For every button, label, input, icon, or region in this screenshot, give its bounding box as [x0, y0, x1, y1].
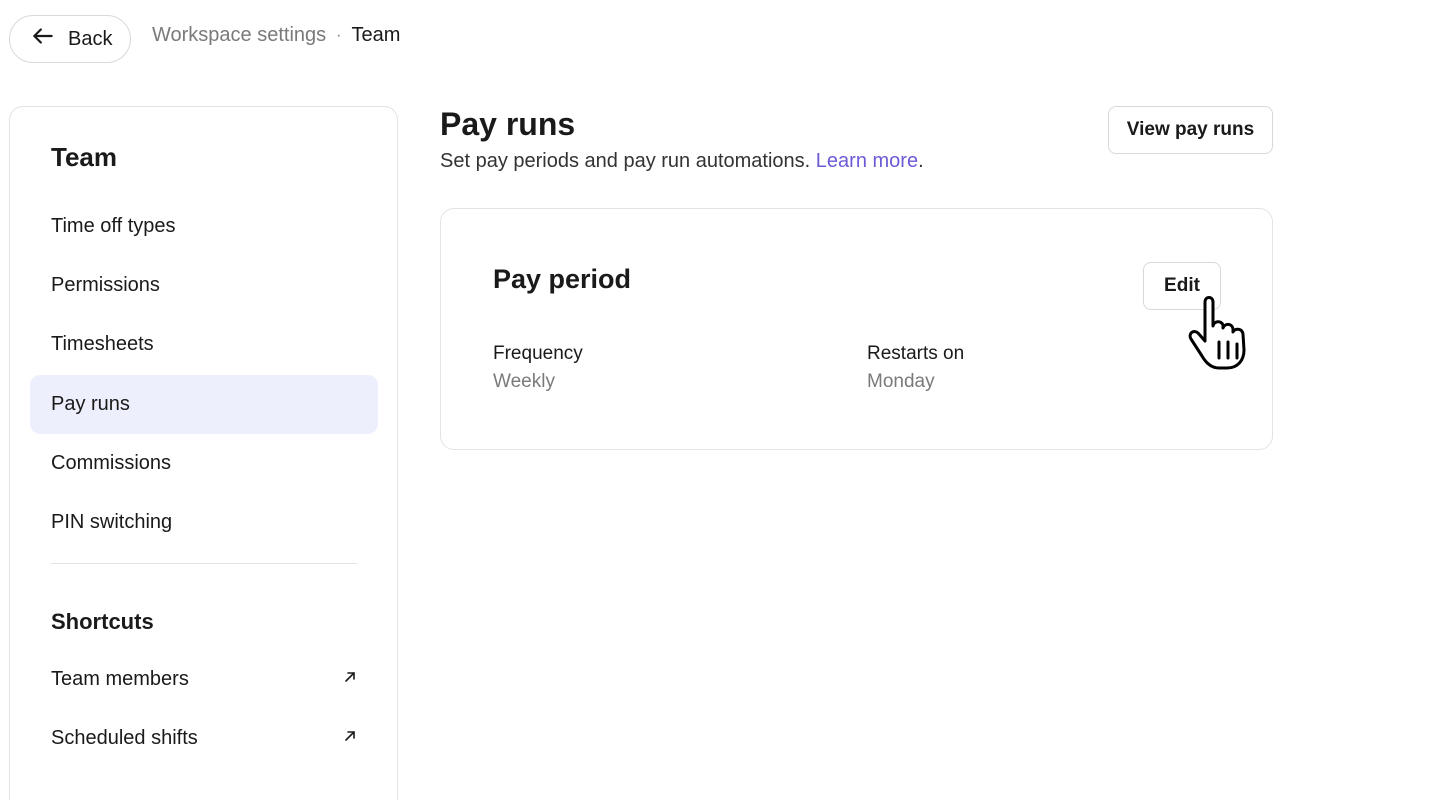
sidebar-item-label: PIN switching	[51, 511, 173, 533]
subtitle-end: .	[918, 150, 924, 172]
shortcut-scheduled-shifts[interactable]: Scheduled shifts	[30, 709, 378, 768]
sidebar-item-label: Timesheets	[51, 333, 154, 355]
breadcrumb: Workspace settings · Team	[152, 24, 400, 47]
shortcut-label: Scheduled shifts	[51, 727, 198, 749]
sidebar-title: Team	[51, 142, 117, 172]
sidebar: Team Time off types Permissions Timeshee…	[9, 106, 398, 800]
sidebar-item-time-off-types[interactable]: Time off types	[30, 197, 378, 256]
sidebar-item-pay-runs[interactable]: Pay runs	[30, 375, 378, 434]
page: Back Workspace settings · Team Team Time…	[0, 0, 1440, 800]
sidebar-item-commissions[interactable]: Commissions	[30, 434, 378, 493]
edit-button[interactable]: Edit	[1143, 262, 1221, 310]
page-title: Pay runs	[440, 106, 576, 142]
sidebar-item-label: Pay runs	[51, 393, 130, 415]
page-subtitle: Set pay periods and pay run automations.…	[440, 150, 924, 173]
shortcuts-title: Shortcuts	[51, 609, 154, 634]
sidebar-item-permissions[interactable]: Permissions	[30, 256, 378, 315]
restarts-on-value: Monday	[867, 371, 935, 392]
frequency-value: Weekly	[493, 371, 555, 392]
learn-more-link[interactable]: Learn more	[816, 150, 918, 172]
external-link-icon	[342, 668, 358, 691]
shortcut-team-members[interactable]: Team members	[30, 650, 378, 709]
frequency-field: Frequency Weekly	[493, 343, 583, 393]
card-title: Pay period	[493, 264, 632, 294]
breadcrumb-current: Team	[351, 24, 401, 46]
sidebar-item-label: Time off types	[51, 215, 176, 237]
back-button[interactable]: Back	[9, 15, 131, 63]
external-link-icon	[342, 727, 358, 750]
breadcrumb-separator: ·	[336, 26, 342, 44]
back-label: Back	[68, 27, 113, 50]
restarts-on-label: Restarts on	[867, 343, 965, 364]
sidebar-item-label: Permissions	[51, 274, 160, 296]
breadcrumb-workspace-settings[interactable]: Workspace settings	[152, 24, 326, 47]
pay-period-card: Pay period Edit Frequency Weekly Restart…	[440, 208, 1273, 450]
subtitle-text: Set pay periods and pay run automations.	[440, 150, 811, 172]
restarts-on-field: Restarts on Monday	[867, 343, 964, 393]
sidebar-item-pin-switching[interactable]: PIN switching	[30, 493, 378, 552]
frequency-label: Frequency	[493, 343, 583, 364]
sidebar-item-label: Commissions	[51, 452, 172, 474]
sidebar-item-timesheets[interactable]: Timesheets	[30, 315, 378, 374]
sidebar-divider	[51, 563, 357, 564]
view-pay-runs-button[interactable]: View pay runs	[1108, 106, 1273, 154]
arrow-left-icon	[30, 23, 56, 55]
shortcut-label: Team members	[51, 668, 189, 690]
